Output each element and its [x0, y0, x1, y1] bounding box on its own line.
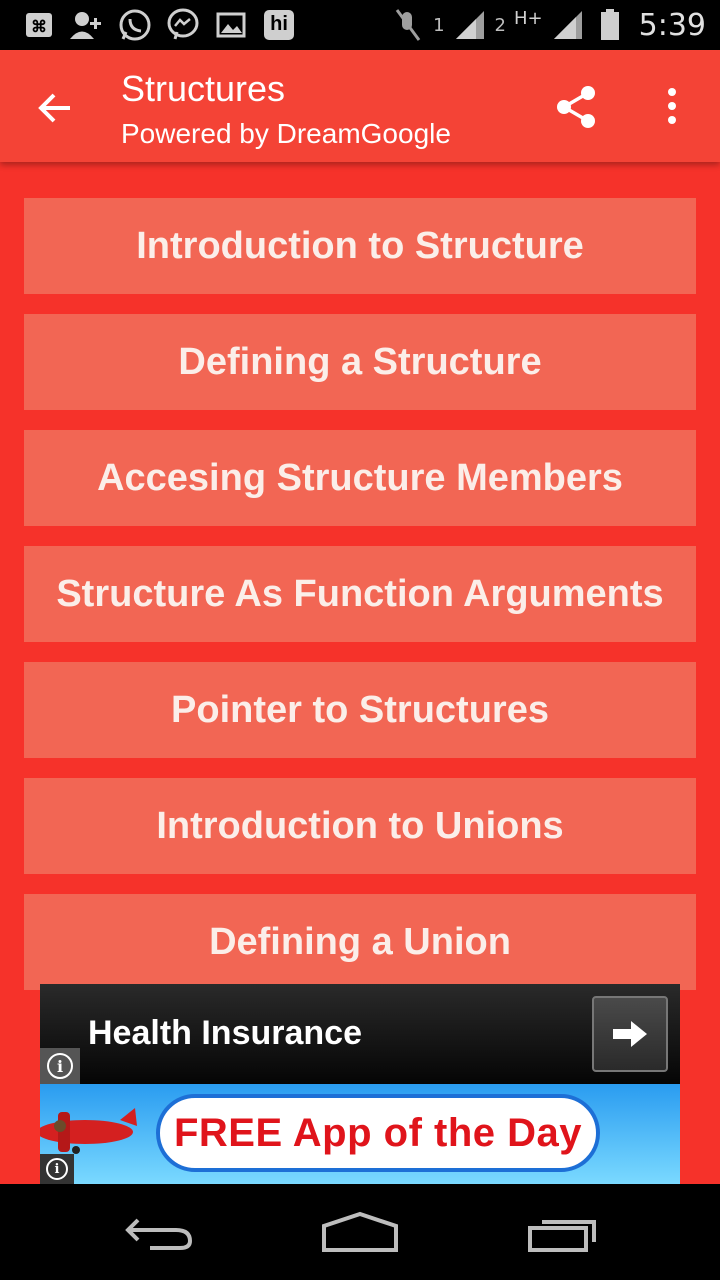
- ad-top-panel[interactable]: Health Insurance i: [40, 984, 680, 1084]
- navigation-bar: [0, 1184, 720, 1280]
- back-nav-icon[interactable]: [114, 1204, 204, 1260]
- topic-item-defining-a-union[interactable]: Defining a Union: [24, 894, 696, 990]
- ad-cta-button[interactable]: FREE App of the Day: [156, 1094, 600, 1172]
- network-type-label: H+: [514, 7, 543, 29]
- recent-apps-nav-icon[interactable]: [518, 1204, 608, 1260]
- topic-item-accessing-structure-members[interactable]: Accesing Structure Members: [24, 430, 696, 526]
- hike-label: hi: [270, 12, 288, 35]
- arrow-right-icon: [613, 1021, 647, 1047]
- ad-info-button-2[interactable]: i: [40, 1154, 74, 1184]
- airplane-icon: [37, 1104, 140, 1156]
- sim2-label: 2: [494, 14, 506, 36]
- topic-item-defining-a-structure[interactable]: Defining a Structure: [24, 314, 696, 410]
- mute-icon: [391, 8, 425, 42]
- ad-headline[interactable]: Health Insurance: [88, 1014, 362, 1053]
- gallery-icon: [214, 8, 248, 42]
- overflow-menu-icon[interactable]: [652, 84, 692, 130]
- page-subtitle: Powered by DreamGoogle: [121, 118, 451, 149]
- topic-item-structure-as-function-arguments[interactable]: Structure As Function Arguments: [24, 546, 696, 642]
- messenger-icon: [166, 8, 200, 42]
- topic-list: Introduction to Structure Defining a Str…: [24, 198, 696, 1010]
- topic-item-pointer-to-structures[interactable]: Pointer to Structures: [24, 662, 696, 758]
- clock: 5:39: [638, 7, 706, 43]
- ad-info-button[interactable]: i: [40, 1048, 80, 1084]
- sim1-label: 1: [433, 14, 445, 36]
- add-contact-icon: [70, 8, 104, 42]
- home-nav-icon[interactable]: [315, 1204, 405, 1260]
- ad-bottom-panel[interactable]: FREE App of the Day i: [37, 1084, 680, 1184]
- status-bar: ⌘ hi 1 2 H+ 5:39: [0, 0, 720, 50]
- voicemail-icon: ⌘: [22, 8, 56, 42]
- svg-text:⌘: ⌘: [31, 19, 47, 36]
- signal-strength-icon-2: [551, 8, 585, 42]
- page-title: Structures: [121, 68, 286, 109]
- ad-banner[interactable]: Health Insurance i FREE App of the Day i: [37, 984, 680, 1184]
- hike-icon: hi: [262, 8, 296, 42]
- ad-cta-label: FREE App of the Day: [173, 1110, 583, 1155]
- signal-strength-icon: [453, 8, 487, 42]
- info-icon: i: [47, 1053, 73, 1079]
- ad-arrow-button[interactable]: [592, 996, 668, 1072]
- topic-item-introduction-to-unions[interactable]: Introduction to Unions: [24, 778, 696, 874]
- info-icon: i: [46, 1158, 68, 1180]
- share-icon[interactable]: [554, 84, 600, 130]
- battery-icon: [593, 8, 627, 42]
- whatsapp-icon: [118, 8, 152, 42]
- app-bar: Structures Powered by DreamGoogle: [0, 50, 720, 162]
- topic-item-introduction-to-structure[interactable]: Introduction to Structure: [24, 198, 696, 294]
- back-arrow-icon[interactable]: [34, 86, 78, 130]
